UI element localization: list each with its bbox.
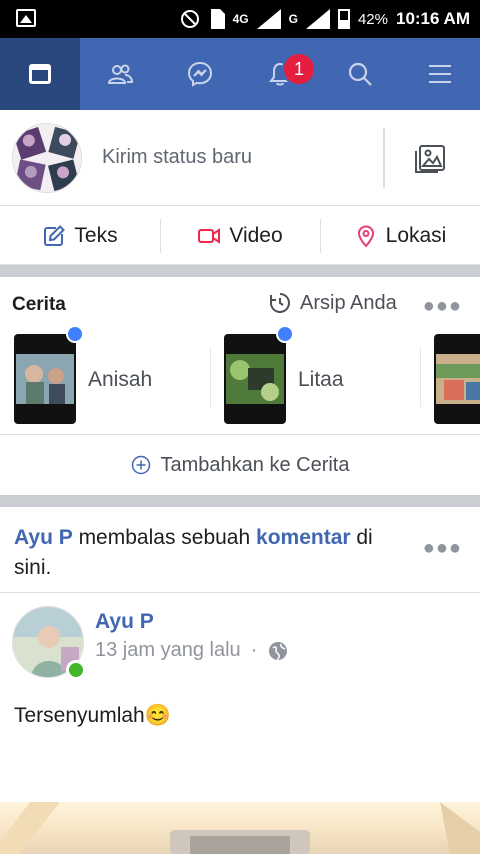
nav-search[interactable] bbox=[320, 38, 400, 110]
archive-button[interactable]: Arsip Anda bbox=[268, 291, 397, 315]
story-unread-dot bbox=[276, 325, 294, 343]
online-status-indicator bbox=[66, 660, 86, 680]
nav-news-feed[interactable] bbox=[0, 38, 80, 110]
post-author-name[interactable]: Ayu P bbox=[95, 610, 154, 634]
activity-header: Ayu P membalas sebuah komentar di sini. … bbox=[0, 507, 480, 593]
stories-section: Cerita Arsip Anda ●●● Anisah Litaa Tamba… bbox=[0, 277, 480, 495]
profile-avatar[interactable] bbox=[12, 123, 82, 193]
section-separator bbox=[0, 265, 480, 277]
stories-more-button[interactable]: ●●● bbox=[423, 295, 462, 318]
feed-post: Ayu P 13 jam yang lalu · Tersenyumlah😊 bbox=[0, 594, 480, 854]
archive-clock-icon bbox=[270, 293, 290, 313]
status-bar: 4G G 42% 10:16 AM bbox=[0, 0, 480, 38]
section-separator bbox=[0, 495, 480, 507]
photo-icon[interactable] bbox=[414, 142, 448, 176]
messenger-icon bbox=[187, 61, 213, 87]
avatar-collage-image bbox=[13, 124, 81, 192]
signal-icon-2 bbox=[305, 9, 330, 29]
notification-badge: 1 bbox=[282, 52, 316, 86]
story-name: Anisah bbox=[88, 368, 153, 391]
top-navigation: 1 bbox=[0, 38, 480, 110]
composer-actions: Teks Video Lokasi bbox=[0, 207, 480, 265]
story-image bbox=[16, 354, 74, 404]
stories-title: Cerita bbox=[12, 294, 66, 315]
post-image[interactable] bbox=[0, 802, 480, 854]
video-post-label: Video bbox=[229, 223, 283, 247]
location-post-label: Lokasi bbox=[385, 223, 447, 247]
plus-circle-icon bbox=[131, 455, 150, 475]
network-type-2: G bbox=[288, 12, 298, 26]
activity-middle: membalas sebuah bbox=[72, 526, 257, 549]
pencil-icon bbox=[44, 224, 66, 246]
news-feed-icon bbox=[29, 64, 51, 84]
nav-messenger[interactable] bbox=[160, 38, 240, 110]
post-photo bbox=[0, 802, 480, 854]
nav-friend-requests[interactable] bbox=[80, 38, 160, 110]
post-timestamp[interactable]: 13 jam yang lalu bbox=[95, 639, 241, 662]
post-body-text: Tersenyumlah😊 bbox=[14, 704, 171, 727]
story-image bbox=[226, 354, 284, 404]
post-meta: 13 jam yang lalu · bbox=[95, 639, 289, 662]
story-name: Litaa bbox=[298, 368, 344, 391]
status-composer: Kirim status baru bbox=[0, 110, 480, 206]
story-divider bbox=[420, 347, 421, 407]
signal-icon bbox=[256, 9, 281, 29]
friends-icon bbox=[107, 64, 134, 84]
battery-icon bbox=[337, 9, 350, 29]
meta-dot: · bbox=[250, 639, 258, 661]
activity-text: Ayu P membalas sebuah komentar di sini. bbox=[14, 523, 414, 583]
network-type-1: 4G bbox=[232, 12, 249, 26]
battery-level: 42% bbox=[357, 10, 388, 28]
gallery-icon bbox=[16, 9, 36, 27]
globe-icon bbox=[269, 641, 288, 661]
status-icons: 4G G 42% 10:16 AM bbox=[179, 7, 470, 31]
story-thumbnail bbox=[434, 334, 480, 424]
story-thumbnail bbox=[14, 334, 76, 424]
story-unread-dot bbox=[66, 325, 84, 343]
activity-actor-link[interactable]: Ayu P bbox=[14, 526, 73, 549]
add-to-story-label: Tambahkan ke Cerita bbox=[160, 453, 350, 476]
nav-menu[interactable] bbox=[400, 38, 480, 110]
composer-divider bbox=[383, 128, 385, 188]
composer-input[interactable]: Kirim status baru bbox=[102, 146, 252, 169]
nav-notifications[interactable]: 1 bbox=[240, 38, 320, 110]
add-to-story-button[interactable]: Tambahkan ke Cerita bbox=[0, 434, 480, 495]
hamburger-menu-icon bbox=[429, 65, 451, 83]
story-image bbox=[436, 354, 480, 404]
story-divider bbox=[210, 347, 211, 407]
archive-label: Arsip Anda bbox=[300, 291, 397, 314]
text-post-button[interactable]: Teks bbox=[0, 207, 160, 264]
video-camera-icon bbox=[198, 227, 221, 244]
sim-icon bbox=[210, 9, 225, 29]
clock: 10:16 AM bbox=[395, 9, 470, 28]
do-not-disturb-icon bbox=[180, 10, 199, 28]
location-pin-icon bbox=[357, 224, 374, 247]
search-icon bbox=[348, 62, 372, 86]
text-post-label: Teks bbox=[74, 223, 118, 247]
location-post-button[interactable]: Lokasi bbox=[320, 207, 480, 264]
activity-object-link[interactable]: komentar bbox=[256, 526, 351, 549]
story-item-partial[interactable] bbox=[434, 334, 480, 424]
video-post-button[interactable]: Video bbox=[160, 207, 320, 264]
story-thumbnail bbox=[224, 334, 286, 424]
activity-more-button[interactable]: ●●● bbox=[423, 537, 462, 560]
